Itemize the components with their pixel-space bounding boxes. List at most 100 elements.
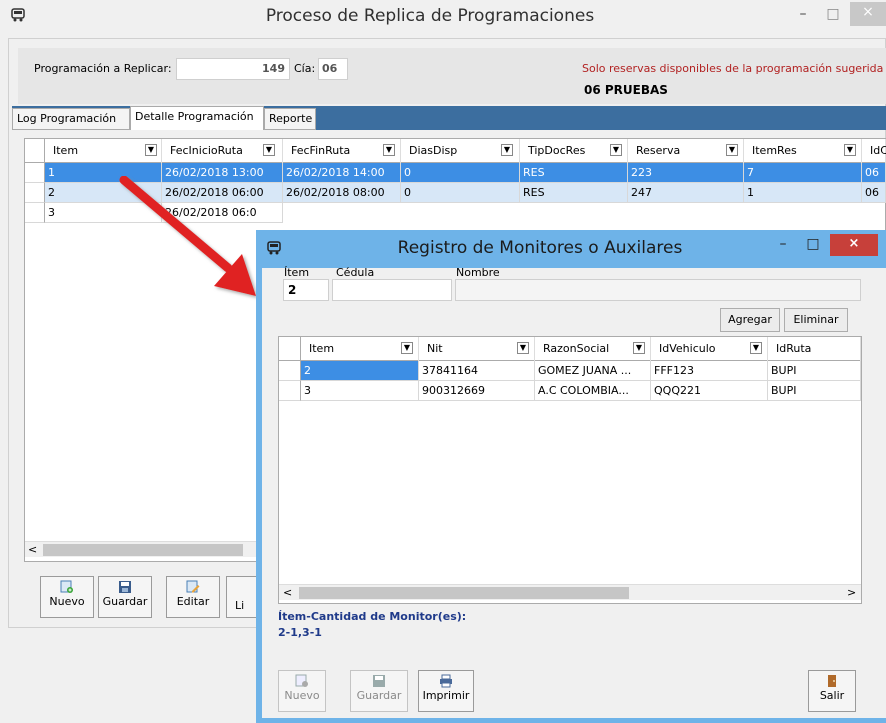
chevron-down-icon[interactable]: ▼ [401,342,413,354]
col-idruta[interactable]: IdRuta [768,337,861,361]
cell-tipdocres[interactable]: RES [520,183,628,203]
tab-reporte[interactable]: Reporte [264,108,316,130]
cedula-input[interactable] [332,279,452,301]
row-header-corner [25,139,45,163]
monitores-grid-hscroll[interactable]: < > [279,584,861,600]
popup-nuevo-button: Nuevo [278,670,326,712]
chevron-down-icon[interactable]: ▼ [726,144,738,156]
prog-input[interactable]: 149 [176,58,290,80]
limpiar-label: Li [235,599,245,612]
eliminar-button[interactable]: Eliminar [784,308,848,332]
chevron-down-icon[interactable]: ▼ [610,144,622,156]
chevron-down-icon[interactable]: ▼ [750,342,762,354]
scroll-thumb[interactable] [299,587,629,599]
chevron-down-icon[interactable]: ▼ [844,144,856,156]
col-item[interactable]: Item ▼ [301,337,419,361]
cell-fecfin[interactable]: 26/02/2018 08:00 [283,183,401,203]
cell-fecfin[interactable]: 26/02/2018 14:00 [283,163,401,183]
chevron-down-icon[interactable]: ▼ [263,144,275,156]
item-label: Ítem [284,266,310,279]
popup-nuevo-label: Nuevo [284,689,320,702]
col-idvehiculo-label: IdVehiculo [659,342,716,355]
popup-minimize-button[interactable]: – [770,234,796,256]
cell-idvehiculo[interactable]: FFF123 [651,361,768,381]
cell-razonsocial[interactable]: GOMEZ JUANA ... [535,361,651,381]
agregar-button[interactable]: Agregar [720,308,780,332]
cell-idc[interactable]: 06 [862,163,886,183]
col-fecinicio[interactable]: FecInicioRuta ▼ [162,139,283,163]
col-diasdisp-label: DiasDisp [409,144,458,157]
chevron-down-icon[interactable]: ▼ [517,342,529,354]
col-tipdocres[interactable]: TipDocRes ▼ [520,139,628,163]
cell-itemres[interactable]: 1 [744,183,862,203]
imprimir-button[interactable]: Imprimir [418,670,474,712]
cell-itemres[interactable]: 7 [744,163,862,183]
col-item[interactable]: Item ▼ [45,139,162,163]
col-idc[interactable]: IdC [862,139,886,163]
red-arrow-annotation [119,176,256,296]
col-idruta-label: IdRuta [776,342,812,355]
cell-razonsocial[interactable]: A.C COLOMBIA... [535,381,651,401]
cell-reserva[interactable]: 247 [628,183,744,203]
col-diasdisp[interactable]: DiasDisp ▼ [401,139,520,163]
table-row[interactable]: 2 37841164 GOMEZ JUANA ... FFF123 BUPI [279,361,861,381]
cia-input[interactable]: 06 [318,58,348,80]
col-nit[interactable]: Nit ▼ [419,337,535,361]
chevron-down-icon[interactable]: ▼ [145,144,157,156]
salir-button[interactable]: Salir [808,670,856,712]
editar-button[interactable]: Editar [166,576,220,618]
popup-close-button[interactable]: × [830,234,878,256]
cell-item[interactable]: 3 [301,381,419,401]
cell-diasdisp[interactable]: 0 [401,183,520,203]
cell-idruta[interactable]: BUPI [768,381,861,401]
row-header-corner [279,337,301,361]
minimize-button[interactable]: – [790,4,816,26]
close-button[interactable]: × [850,2,886,26]
nuevo-button[interactable]: Nuevo [40,576,94,618]
scroll-thumb[interactable] [43,544,243,556]
limpiar-button[interactable]: Li [226,576,260,618]
chevron-down-icon[interactable]: ▼ [383,144,395,156]
cell-idc[interactable]: 06 [862,183,886,203]
col-fecfin-label: FecFinRuta [291,144,351,157]
row-header [25,203,45,223]
tab-log-programacion[interactable]: Log Programación [12,108,130,130]
scroll-right-icon[interactable]: > [847,586,856,599]
table-row[interactable]: 3 900312669 A.C COLOMBIA... QQQ221 BUPI [279,381,861,401]
item-input[interactable]: 2 [283,279,329,301]
detalle-grid-hscroll[interactable]: < [25,541,261,557]
scroll-left-icon[interactable]: < [28,543,37,556]
tab-detalle-programacion[interactable]: Detalle Programación [130,106,264,130]
row-header [25,163,45,183]
save-icon [118,580,132,594]
cell-item[interactable]: 2 [301,361,419,381]
popup-guardar-button: Guardar [350,670,408,712]
col-idvehiculo[interactable]: IdVehiculo ▼ [651,337,768,361]
company-name: 06 PRUEBAS [584,83,668,97]
col-fecfin[interactable]: FecFinRuta ▼ [283,139,401,163]
cell-nit[interactable]: 900312669 [419,381,535,401]
chevron-down-icon[interactable]: ▼ [633,342,645,354]
col-reserva[interactable]: Reserva ▼ [628,139,744,163]
cell-idvehiculo[interactable]: QQQ221 [651,381,768,401]
col-tipdocres-label: TipDocRes [528,144,586,157]
cell-tipdocres[interactable]: RES [520,163,628,183]
guardar-label: Guardar [102,595,148,608]
maximize-button[interactable]: □ [820,4,846,26]
chevron-down-icon[interactable]: ▼ [501,144,513,156]
cell-reserva[interactable]: 223 [628,163,744,183]
cia-label: Cía: [294,62,316,75]
guardar-button[interactable]: Guardar [98,576,152,618]
col-fecinicio-label: FecInicioRuta [170,144,243,157]
popup-maximize-button[interactable]: □ [800,234,826,256]
cell-nit[interactable]: 37841164 [419,361,535,381]
cell-diasdisp[interactable]: 0 [401,163,520,183]
col-itemres-label: ItemRes [752,144,797,157]
col-razonsocial[interactable]: RazonSocial ▼ [535,337,651,361]
col-item-label: Item [309,342,335,355]
prog-label: Programación a Replicar: [34,62,172,75]
cell-idruta[interactable]: BUPI [768,361,861,381]
scroll-left-icon[interactable]: < [283,586,292,599]
item-value: 2 [288,283,297,297]
col-itemres[interactable]: ItemRes ▼ [744,139,862,163]
